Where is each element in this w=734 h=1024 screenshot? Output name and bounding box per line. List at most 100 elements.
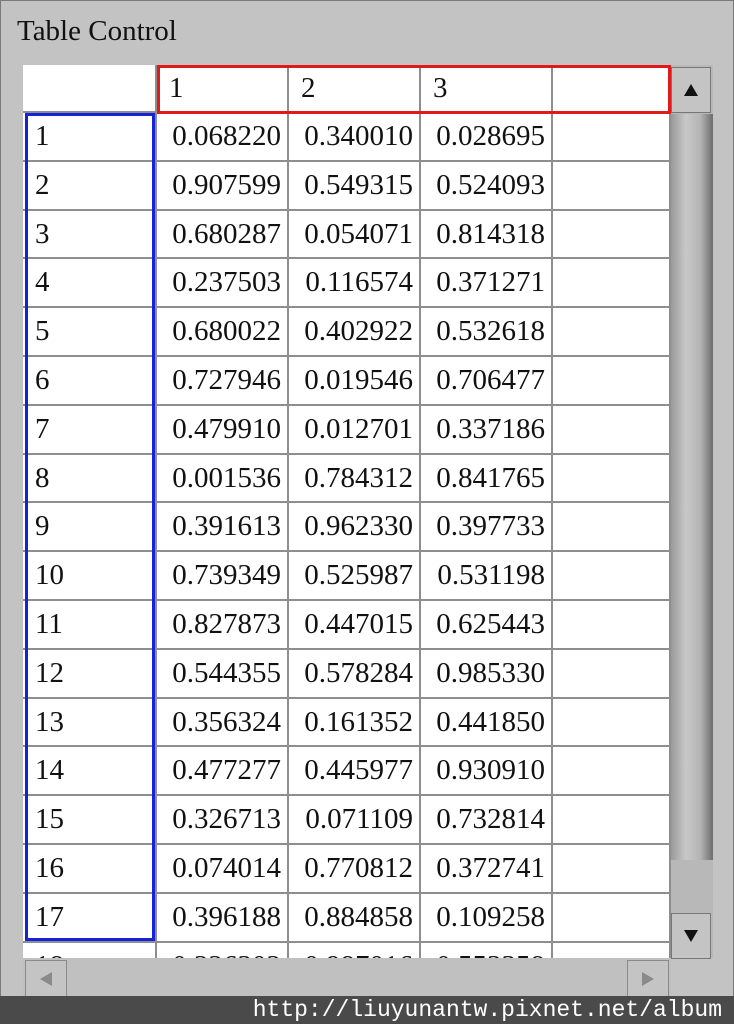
table-cell[interactable]: 0.884858 bbox=[289, 893, 421, 943]
table-cell[interactable]: 0.770812 bbox=[289, 845, 421, 894]
table-cell[interactable]: 0.226302 bbox=[157, 942, 289, 958]
table-cell[interactable]: 0.680287 bbox=[157, 210, 289, 260]
row-header[interactable]: 5 bbox=[23, 308, 157, 357]
row-header[interactable]: 6 bbox=[23, 357, 157, 406]
table-cell[interactable] bbox=[553, 454, 671, 504]
table-cell[interactable]: 0.987016 bbox=[289, 942, 421, 958]
table-cell[interactable]: 0.326713 bbox=[157, 796, 289, 845]
table-cell[interactable]: 0.028695 bbox=[421, 113, 553, 162]
table-cell[interactable]: 0.625443 bbox=[421, 601, 553, 650]
table-cell[interactable]: 0.532618 bbox=[421, 308, 553, 357]
row-header[interactable]: 7 bbox=[23, 405, 157, 455]
table-cell[interactable] bbox=[553, 259, 671, 309]
row-header[interactable]: 15 bbox=[23, 796, 157, 845]
table-cell[interactable]: 0.680022 bbox=[157, 308, 289, 357]
row-header[interactable]: 9 bbox=[23, 503, 157, 553]
table-cell[interactable]: 0.827873 bbox=[157, 601, 289, 650]
table-cell[interactable]: 0.930910 bbox=[421, 747, 553, 797]
row-header[interactable]: 2 bbox=[23, 161, 157, 211]
table-cell[interactable]: 0.396188 bbox=[157, 893, 289, 943]
table-cell[interactable] bbox=[553, 552, 671, 601]
column-header[interactable]: 3 bbox=[421, 65, 553, 113]
table-cell[interactable]: 0.054071 bbox=[289, 210, 421, 260]
table-cell[interactable] bbox=[553, 845, 671, 894]
table-cell[interactable]: 0.372741 bbox=[421, 845, 553, 894]
row-header[interactable]: 18 bbox=[23, 942, 157, 958]
table-cell[interactable]: 0.019546 bbox=[289, 357, 421, 406]
table-cell[interactable] bbox=[553, 601, 671, 650]
table-cell[interactable] bbox=[553, 503, 671, 553]
table-cell[interactable]: 0.237503 bbox=[157, 259, 289, 309]
table-cell[interactable]: 0.340010 bbox=[289, 113, 421, 162]
table-cell[interactable]: 0.524093 bbox=[421, 161, 553, 211]
table-cell[interactable]: 0.447015 bbox=[289, 601, 421, 650]
column-header[interactable] bbox=[553, 65, 671, 113]
table-cell[interactable]: 0.391613 bbox=[157, 503, 289, 553]
table-cell[interactable]: 0.841765 bbox=[421, 454, 553, 504]
scroll-left-button[interactable] bbox=[25, 960, 67, 998]
table-cell[interactable]: 0.074014 bbox=[157, 845, 289, 894]
table-cell[interactable] bbox=[553, 210, 671, 260]
table-cell[interactable]: 0.337186 bbox=[421, 405, 553, 455]
table-cell[interactable] bbox=[553, 357, 671, 406]
column-header[interactable]: 2 bbox=[289, 65, 421, 113]
table-cell[interactable]: 0.161352 bbox=[289, 698, 421, 748]
row-header[interactable]: 4 bbox=[23, 259, 157, 309]
table-cell[interactable]: 0.531198 bbox=[421, 552, 553, 601]
table-cell[interactable]: 0.706477 bbox=[421, 357, 553, 406]
table-cell[interactable]: 0.071109 bbox=[289, 796, 421, 845]
row-header[interactable]: 1 bbox=[23, 113, 157, 162]
column-header[interactable]: 1 bbox=[157, 65, 289, 113]
row-header[interactable]: 11 bbox=[23, 601, 157, 650]
table-cell[interactable]: 0.068220 bbox=[157, 113, 289, 162]
table-cell[interactable]: 0.544355 bbox=[157, 649, 289, 699]
table-cell[interactable]: 0.109258 bbox=[421, 893, 553, 943]
table-cell[interactable]: 0.479910 bbox=[157, 405, 289, 455]
table-cell[interactable] bbox=[553, 113, 671, 162]
table-cell[interactable]: 0.549315 bbox=[289, 161, 421, 211]
row-header[interactable]: 10 bbox=[23, 552, 157, 601]
row-header[interactable]: 13 bbox=[23, 698, 157, 748]
table-cell[interactable] bbox=[553, 893, 671, 943]
horizontal-scrollbar[interactable] bbox=[23, 958, 671, 998]
row-header[interactable]: 8 bbox=[23, 454, 157, 504]
table-cell[interactable]: 0.739349 bbox=[157, 552, 289, 601]
table-cell[interactable]: 0.116574 bbox=[289, 259, 421, 309]
table-cell[interactable]: 0.727946 bbox=[157, 357, 289, 406]
scroll-up-button[interactable] bbox=[671, 67, 711, 113]
row-header[interactable]: 3 bbox=[23, 210, 157, 260]
table-cell[interactable]: 0.784312 bbox=[289, 454, 421, 504]
scroll-right-button[interactable] bbox=[627, 960, 669, 998]
table-cell[interactable] bbox=[553, 405, 671, 455]
table-cell[interactable]: 0.962330 bbox=[289, 503, 421, 553]
table-cell[interactable]: 0.732814 bbox=[421, 796, 553, 845]
data-table[interactable]: 1 2 3 1 0.068220 0.340010 0.028695 2 0.907599 0.5… bbox=[23, 65, 671, 958]
table-cell[interactable]: 0.441850 bbox=[421, 698, 553, 748]
table-cell[interactable] bbox=[553, 649, 671, 699]
table-cell[interactable]: 0.001536 bbox=[157, 454, 289, 504]
table-cell[interactable]: 0.907599 bbox=[157, 161, 289, 211]
table-cell[interactable]: 0.985330 bbox=[421, 649, 553, 699]
vertical-scrollbar[interactable] bbox=[671, 65, 713, 959]
table-cell[interactable] bbox=[553, 161, 671, 211]
table-cell[interactable] bbox=[553, 796, 671, 845]
table-cell[interactable]: 0.477277 bbox=[157, 747, 289, 797]
table-cell[interactable]: 0.371271 bbox=[421, 259, 553, 309]
row-header[interactable]: 14 bbox=[23, 747, 157, 797]
vertical-scroll-thumb[interactable] bbox=[671, 114, 713, 860]
table-cell[interactable]: 0.445977 bbox=[289, 747, 421, 797]
table-cell[interactable] bbox=[553, 942, 671, 958]
table-cell[interactable] bbox=[553, 698, 671, 748]
table-cell[interactable] bbox=[553, 747, 671, 797]
row-header[interactable]: 12 bbox=[23, 649, 157, 699]
table-cell[interactable]: 0.553358 bbox=[421, 942, 553, 958]
table-cell[interactable]: 0.525987 bbox=[289, 552, 421, 601]
scroll-down-button[interactable] bbox=[671, 913, 711, 959]
table-cell[interactable]: 0.402922 bbox=[289, 308, 421, 357]
row-header[interactable]: 17 bbox=[23, 893, 157, 943]
row-header[interactable]: 16 bbox=[23, 845, 157, 894]
table-cell[interactable]: 0.012701 bbox=[289, 405, 421, 455]
table-cell[interactable]: 0.814318 bbox=[421, 210, 553, 260]
table-cell[interactable] bbox=[553, 308, 671, 357]
table-cell[interactable]: 0.356324 bbox=[157, 698, 289, 748]
